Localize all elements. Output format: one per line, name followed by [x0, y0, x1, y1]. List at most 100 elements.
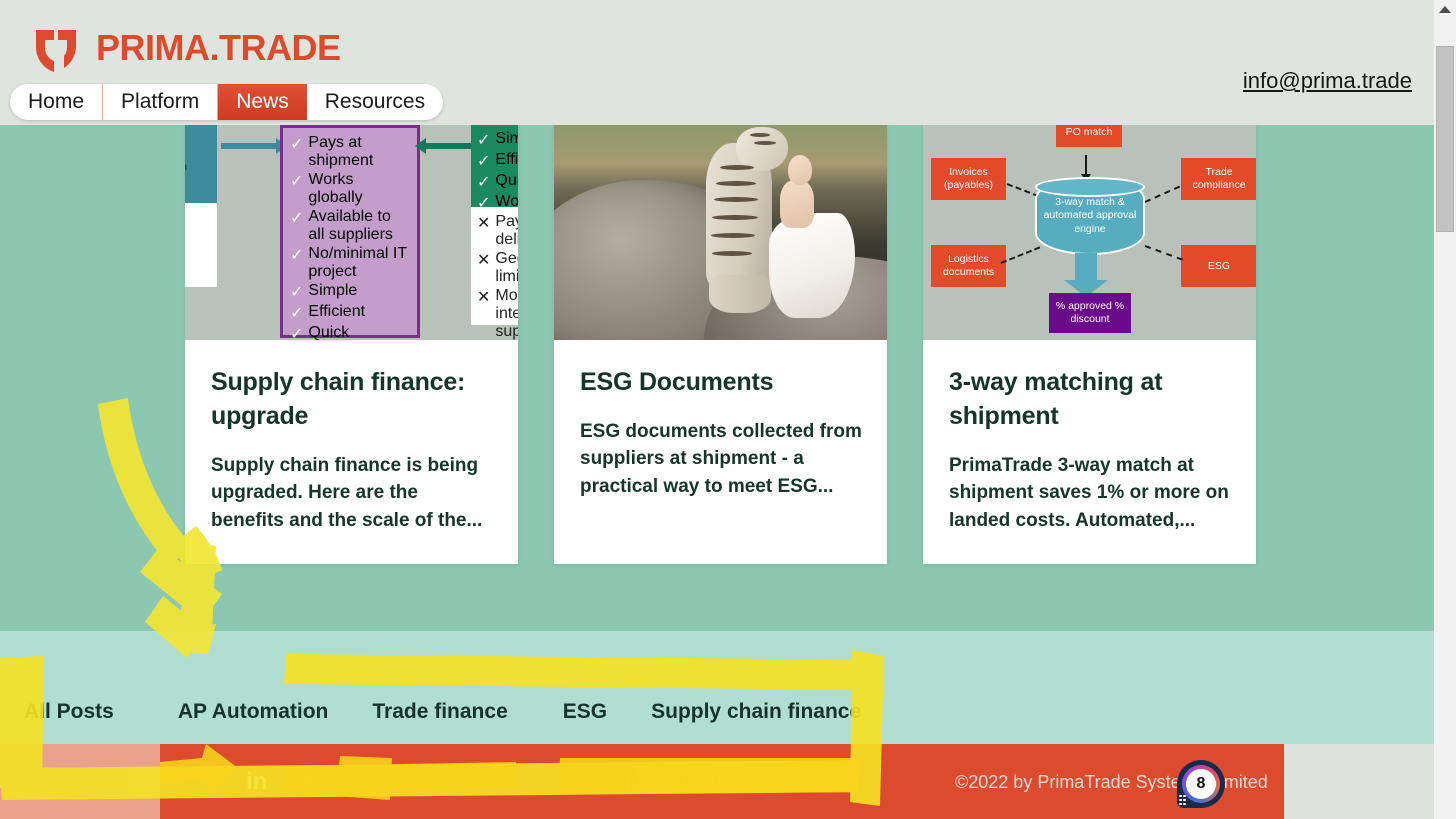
three-way-matching-diagram: PO match Invoices (payables) Logistics d…	[923, 125, 1256, 340]
header-email-link[interactable]: info@prima.trade	[1243, 68, 1412, 94]
teal-line: project	[185, 185, 212, 196]
list-item: ✓Simple	[290, 282, 358, 301]
filter-supply-chain-finance[interactable]: Supply chain finance	[651, 700, 861, 724]
diagram-trade-compliance-box: Trade compliance	[1181, 158, 1256, 200]
main-nav: Home Platform News Resources	[10, 84, 444, 120]
cross-icon: ✕	[477, 252, 491, 269]
check-icon: ✓	[477, 153, 491, 170]
teal-line: globally	[185, 151, 212, 162]
news-card-list: t ent globally ble to all ers project ex	[185, 125, 1256, 565]
nav-item-platform[interactable]: Platform	[103, 84, 219, 120]
card-media-photo	[554, 125, 887, 340]
news-card[interactable]: t ent globally ble to all ers project ex	[185, 125, 518, 565]
teal-line: ers	[185, 174, 212, 185]
diagram-teal-white-box: ex sive d by market	[185, 203, 217, 287]
list-item: ✓ No/minimal IT project	[290, 245, 407, 280]
check-icon: ✓	[477, 174, 491, 191]
card-description: ESG documents collected from suppliers a…	[580, 420, 862, 497]
woman-dress-shape	[769, 213, 855, 318]
check-icon: ✓	[290, 247, 304, 264]
filter-ap-automation[interactable]: AP Automation	[178, 700, 329, 724]
filter-trade-finance[interactable]: Trade finance	[372, 700, 507, 724]
diagram-purple-box: ✓ Pays at shipment ✓ Works globally ✓ Avail…	[280, 125, 420, 340]
check-icon: ✓	[290, 136, 304, 153]
diagram-po-match-box: PO match	[1056, 125, 1122, 147]
card-description: Supply chain finance is being upgraded. …	[211, 454, 483, 531]
diagram-cylinder-top	[1035, 177, 1145, 197]
list-item: ✓Simple	[477, 130, 518, 149]
tiger-stripe	[714, 197, 758, 202]
diagram-connector	[1144, 185, 1181, 203]
list-item: ✕Most intern... supplie... ineligi...	[477, 287, 518, 340]
tiger-stripe	[711, 233, 755, 238]
cross-icon: ✕	[477, 215, 491, 232]
card-title: Supply chain finance: upgrade	[211, 368, 466, 430]
diagram-output-arrow	[1064, 253, 1108, 297]
card-title: 3-way matching at shipment	[949, 368, 1163, 430]
tiger-stripe	[712, 215, 758, 220]
teal-white-line: sive	[185, 223, 212, 238]
list-item: ✓ Available to all suppliers	[290, 208, 393, 243]
woman-head-shape	[788, 155, 812, 185]
page-canvas: t ent globally ble to all ers project ex	[0, 0, 1434, 819]
list-item: ✓Quick	[290, 324, 410, 340]
tiger-stripe	[716, 181, 756, 186]
diagram-connector	[1000, 246, 1041, 264]
footer-email-link[interactable]: info@prima.trade	[626, 769, 787, 793]
diagram-output-box: % approved % discount	[1049, 293, 1131, 333]
teal-white-line: market	[185, 253, 212, 268]
privacy-policy-link[interactable]: privacy policy	[294, 772, 396, 792]
teal-line: ent	[185, 140, 212, 151]
teal-white-line: ex	[185, 208, 212, 223]
floating-notification-badge[interactable]: 8	[1177, 760, 1225, 808]
tiger-stripe	[754, 141, 776, 145]
tiger-stripe	[720, 165, 754, 170]
diagram-arrow-left-green	[415, 138, 471, 154]
diagram-invoices-box: Invoices (payables)	[931, 158, 1006, 200]
screenshot-root: t ent globally ble to all ers project ex	[0, 0, 1456, 819]
list-item: ✓ Works globally	[290, 171, 363, 206]
tiger-stripe	[712, 251, 752, 256]
nav-item-home[interactable]: Home	[10, 84, 104, 120]
scroll-up-arrow-icon[interactable]	[1439, 6, 1451, 13]
tiger-stripe	[750, 133, 770, 137]
category-filter-bar: All Posts AP Automation Trade finance ES…	[0, 700, 1434, 724]
list-item: ✕Geogr... limite...	[477, 250, 518, 285]
tiger-photo	[554, 125, 887, 340]
check-icon: ✓	[290, 284, 304, 301]
filter-esg[interactable]: ESG	[563, 700, 607, 724]
diagram-arrow-down	[1081, 155, 1091, 182]
check-icon: ✓	[290, 326, 304, 340]
list-item: ✓Efficient	[290, 303, 366, 322]
site-header: PRIMA.TRADE Home Platform News Resources…	[0, 0, 1434, 125]
diagram-arrow-right-teal	[221, 138, 287, 154]
brand-logo[interactable]: PRIMA.TRADE	[30, 22, 341, 74]
cross-icon: ✕	[477, 289, 491, 306]
primatrade-logo-icon	[30, 22, 82, 74]
diagram-green-white-box: ✕Pays on delive... ✕Geogr... limite... ✕…	[471, 207, 518, 340]
diagram-green-box: ✓Simple ✓Efficient ✓Quick ✓Working capit…	[471, 125, 518, 246]
card-body: Supply chain finance: upgrade Supply cha…	[185, 340, 518, 564]
filter-all-posts[interactable]: All Posts	[24, 700, 114, 724]
brand-name: PRIMA.TRADE	[96, 27, 341, 68]
check-icon: ✓	[290, 173, 304, 190]
list-item: ✓ Pays at shipment	[290, 134, 374, 169]
card-description: PrimaTrade 3-way match at shipment saves…	[949, 454, 1229, 531]
linkedin-icon[interactable]: in	[246, 768, 267, 796]
list-item: ✕Pays on delive...	[477, 213, 518, 248]
filter-green-band	[0, 631, 1434, 744]
nav-item-news[interactable]: News	[218, 84, 307, 120]
tiger-legs-shape	[709, 275, 771, 313]
news-card[interactable]: PO match Invoices (payables) Logistics d…	[923, 125, 1256, 565]
list-item: ✓Quick	[477, 172, 518, 191]
badge-drag-handle-icon[interactable]	[1179, 794, 1186, 805]
check-icon: ✓	[290, 305, 304, 322]
diagram-connector	[1144, 245, 1183, 261]
site-footer: in privacy policy info@prima.trade ©2022…	[160, 744, 1284, 819]
list-item: ✓Efficient	[477, 151, 518, 170]
news-card[interactable]: ESG Documents ESG documents collected fr…	[554, 125, 887, 565]
nav-item-resources[interactable]: Resources	[307, 84, 443, 120]
scrollbar-thumb[interactable]	[1436, 46, 1454, 232]
teal-line: t	[185, 129, 212, 140]
page-scrollbar[interactable]	[1434, 0, 1456, 819]
